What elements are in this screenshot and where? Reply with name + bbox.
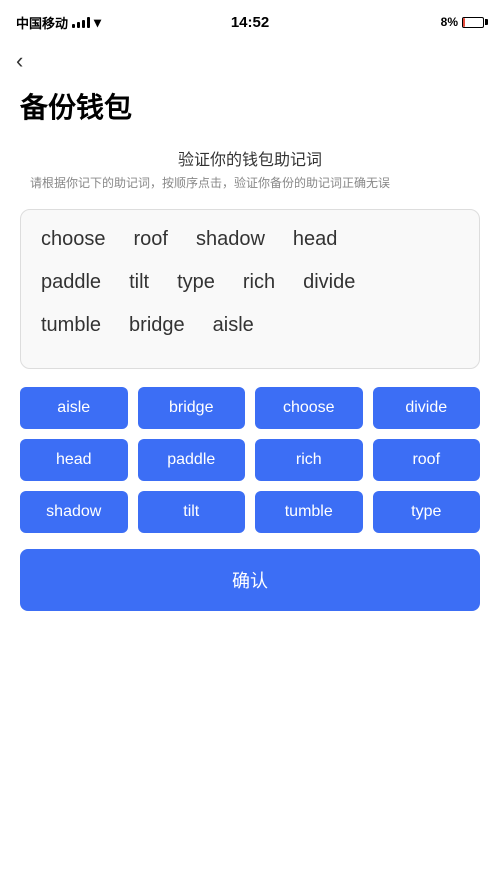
chip-divide[interactable]: divide bbox=[373, 387, 481, 429]
carrier-label: 中国移动 bbox=[16, 13, 68, 32]
chip-tumble[interactable]: tumble bbox=[255, 491, 363, 533]
chip-shadow[interactable]: shadow bbox=[20, 491, 128, 533]
word-display-row-3: tumble bridge aisle bbox=[41, 314, 459, 337]
display-word-aisle: aisle bbox=[213, 314, 254, 337]
nav-bar: ‹ bbox=[0, 40, 500, 78]
word-display-row-1: choose roof shadow head bbox=[41, 228, 459, 251]
signal-icon bbox=[72, 16, 90, 28]
section-title: 验证你的钱包助记词 bbox=[0, 146, 500, 170]
section-header: 验证你的钱包助记词 请根据你记下的助记词，按顺序点击，验证你备份的助记词正确无误 bbox=[0, 146, 500, 197]
battery-icon bbox=[462, 17, 484, 28]
word-display-row-2: paddle tilt type rich divide bbox=[41, 271, 459, 294]
display-word-rich: rich bbox=[243, 271, 275, 294]
status-right: 8% bbox=[441, 15, 484, 29]
word-chips-section: aisle bridge choose divide head paddle r… bbox=[20, 387, 480, 533]
chip-choose[interactable]: choose bbox=[255, 387, 363, 429]
status-left: 中国移动 ▾ bbox=[16, 13, 101, 32]
battery-percent: 8% bbox=[441, 15, 458, 29]
display-word-type: type bbox=[177, 271, 215, 294]
back-button[interactable]: ‹ bbox=[16, 48, 23, 74]
section-description: 请根据你记下的助记词，按顺序点击，验证你备份的助记词正确无误 bbox=[0, 170, 500, 197]
wifi-icon: ▾ bbox=[94, 14, 101, 31]
chip-roof[interactable]: roof bbox=[373, 439, 481, 481]
chip-bridge[interactable]: bridge bbox=[138, 387, 246, 429]
confirm-button[interactable]: 确认 bbox=[20, 549, 480, 611]
display-word-head: head bbox=[293, 228, 338, 251]
status-bar: 中国移动 ▾ 14:52 8% bbox=[0, 0, 500, 40]
chip-aisle[interactable]: aisle bbox=[20, 387, 128, 429]
page-title: 备份钱包 bbox=[0, 78, 500, 146]
display-word-choose: choose bbox=[41, 228, 106, 251]
chip-type[interactable]: type bbox=[373, 491, 481, 533]
display-word-paddle: paddle bbox=[41, 271, 101, 294]
word-chips-grid: aisle bridge choose divide head paddle r… bbox=[20, 387, 480, 533]
chip-rich[interactable]: rich bbox=[255, 439, 363, 481]
word-display-box: choose roof shadow head paddle tilt type… bbox=[20, 209, 480, 369]
display-word-shadow: shadow bbox=[196, 228, 265, 251]
chip-head[interactable]: head bbox=[20, 439, 128, 481]
chip-paddle[interactable]: paddle bbox=[138, 439, 246, 481]
display-word-tumble: tumble bbox=[41, 314, 101, 337]
display-word-roof: roof bbox=[134, 228, 168, 251]
display-word-tilt: tilt bbox=[129, 271, 149, 294]
chip-tilt[interactable]: tilt bbox=[138, 491, 246, 533]
confirm-button-wrap: 确认 bbox=[20, 549, 480, 611]
display-word-bridge: bridge bbox=[129, 314, 185, 337]
status-time: 14:52 bbox=[231, 14, 269, 31]
display-word-divide: divide bbox=[303, 271, 355, 294]
